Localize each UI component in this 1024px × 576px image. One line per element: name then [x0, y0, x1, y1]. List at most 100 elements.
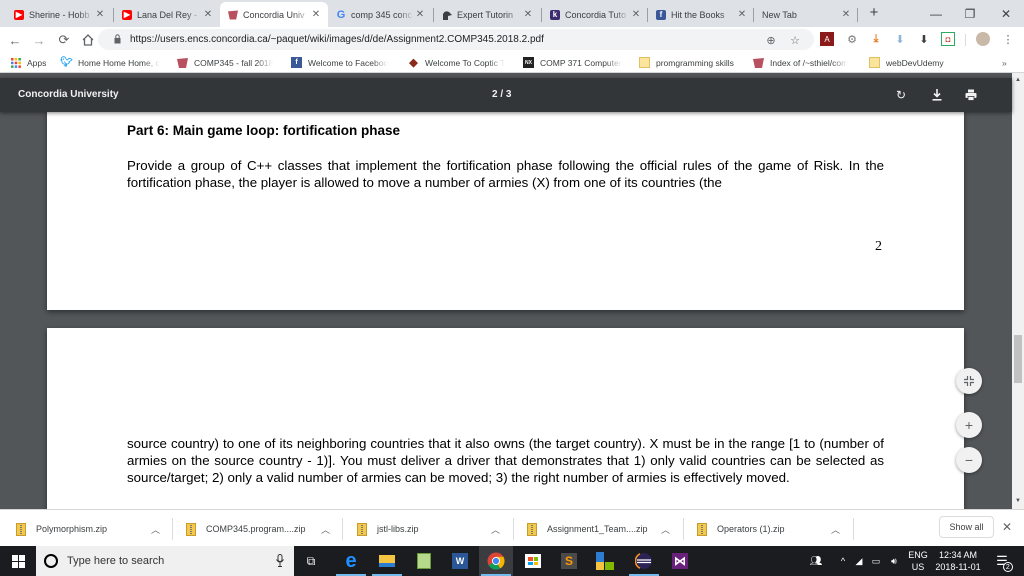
tab-new-tab[interactable]: New Tab ✕ — [754, 2, 858, 27]
download-item[interactable]: Polymorphism.zip — [16, 516, 107, 542]
download-item[interactable]: COMP345.program....zip — [186, 516, 306, 542]
battery-icon[interactable]: ▭ — [868, 546, 884, 576]
menu-icon[interactable]: ⋮ — [1001, 32, 1015, 46]
download-options-caret-icon[interactable]: ︿ — [491, 523, 500, 536]
pdf-viewport[interactable]: Part 6: Main game loop: fortification ph… — [0, 73, 1012, 509]
taskbar-store[interactable] — [516, 546, 550, 576]
rotate-button[interactable]: ↻ — [892, 86, 910, 104]
download-item[interactable]: Assignment1_Team....zip — [527, 516, 648, 542]
new-tab-button[interactable]: + — [866, 4, 882, 21]
download-button[interactable] — [928, 86, 946, 104]
wifi-icon[interactable]: ◢ — [852, 546, 866, 576]
taskbar-sublime[interactable]: S — [552, 546, 586, 576]
taskbar-file-explorer[interactable] — [370, 546, 404, 576]
gear-extension-icon[interactable]: ⚙ — [845, 32, 859, 46]
scrollbar-thumb[interactable] — [1014, 335, 1022, 383]
taskbar-search-box[interactable]: Type here to search — [36, 546, 294, 576]
close-tab-icon[interactable]: ✕ — [630, 9, 642, 20]
action-center-button[interactable]: ☰ 2 — [990, 546, 1014, 576]
zoom-in-button[interactable]: + — [956, 412, 982, 438]
bookmarks-overflow-button[interactable]: » — [1002, 55, 1007, 70]
home-button[interactable] — [79, 31, 97, 49]
page-paragraph: Provide a group of C++ classes that impl… — [127, 158, 884, 190]
download-blue-icon[interactable]: ⬇ — [893, 32, 907, 46]
close-tab-icon[interactable]: ✕ — [202, 9, 214, 20]
clock-time: 12:34 AM — [938, 550, 978, 560]
arrow-right-icon: → — [32, 32, 46, 48]
bookmark-programming-skills[interactable]: promgramming skills — [639, 55, 749, 70]
taskbar-app-blocks[interactable] — [588, 546, 622, 576]
reload-button[interactable]: ⟳ — [55, 31, 73, 49]
bookmark-webdevudemy[interactable]: webDevUdemy — [869, 55, 959, 70]
download-options-caret-icon[interactable]: ︿ — [151, 523, 160, 536]
scroll-down-arrow-icon[interactable]: ▼ — [1014, 498, 1022, 506]
scroll-up-arrow-icon[interactable]: ▲ — [1014, 77, 1022, 85]
download-options-caret-icon[interactable]: ︿ — [831, 523, 840, 536]
section-heading: Part 6: Main game loop: fortification ph… — [127, 123, 401, 138]
close-window-button[interactable]: ✕ — [984, 0, 1024, 27]
back-button[interactable]: ← — [6, 31, 24, 49]
bookmark-comp345[interactable]: COMP345 - fall 2018 — [177, 55, 279, 70]
download-filename: COMP345.program....zip — [206, 524, 306, 534]
acrobat-extension-icon[interactable]: A — [820, 32, 834, 46]
address-bar[interactable]: https://users.encs.concordia.ca/~paquet/… — [98, 29, 814, 50]
taskbar-notepad-plus[interactable] — [407, 546, 441, 576]
close-tab-icon[interactable]: ✕ — [736, 9, 748, 20]
close-tab-icon[interactable]: ✕ — [840, 9, 852, 20]
download-orange-icon[interactable]: ⤓ — [869, 32, 883, 46]
close-tab-icon[interactable]: ✕ — [522, 9, 534, 20]
print-button[interactable] — [962, 86, 980, 104]
bookmark-apps[interactable]: Apps — [10, 55, 46, 70]
extension-box-icon[interactable]: ◘ — [941, 32, 955, 46]
microphone-icon[interactable] — [276, 554, 284, 570]
forward-button[interactable]: → — [30, 31, 48, 49]
taskbar-visual-studio[interactable]: ⋈ — [663, 546, 697, 576]
download-item[interactable]: jstl-libs.zip — [357, 516, 419, 542]
download-shelf: Polymorphism.zip ︿ COMP345.program....zi… — [0, 509, 1024, 546]
volume-icon[interactable]: 🔊︎ — [886, 546, 902, 576]
bookmark-home[interactable]: 🐦︎ Home Home Home, c — [60, 55, 161, 70]
download-item[interactable]: Operators (1).zip — [697, 516, 785, 542]
vertical-scrollbar[interactable]: ▲ ▼ — [1012, 73, 1024, 509]
start-button[interactable] — [0, 546, 36, 576]
tab-hit-the-books[interactable]: f Hit the Books ✕ — [648, 2, 754, 27]
bookmark-facebook[interactable]: f Welcome to Faceboo — [291, 55, 395, 70]
clock[interactable]: 12:34 AM 2018-11-01 — [932, 546, 984, 576]
show-hidden-icons-chevron-icon[interactable]: ^ — [836, 546, 850, 576]
bookmark-coptic[interactable]: ◆ Welcome To Coptic T — [408, 55, 512, 70]
profile-avatar[interactable] — [976, 32, 990, 46]
tab-expert-tutoring[interactable]: Expert Tutorin ✕ — [434, 2, 540, 27]
tab-sherine[interactable]: ▶ Sherine - Hobb ✕ — [6, 2, 112, 27]
task-view-button[interactable]: ⧉ — [294, 546, 328, 576]
taskbar-eclipse[interactable] — [627, 546, 661, 576]
tab-lana-del-rey[interactable]: ▶ Lana Del Rey - ✕ — [114, 2, 220, 27]
region-code: US — [911, 562, 925, 572]
zip-file-icon — [697, 522, 707, 536]
tab-google-search[interactable]: G comp 345 conc ✕ — [328, 2, 432, 27]
taskbar-chrome[interactable] — [479, 546, 513, 576]
close-tab-icon[interactable]: ✕ — [94, 9, 106, 20]
download-dark-icon[interactable]: ⬇ — [917, 32, 931, 46]
apps-grid-icon — [10, 57, 21, 68]
close-tab-icon[interactable]: ✕ — [310, 9, 322, 20]
zip-file-icon — [16, 522, 26, 536]
people-icon[interactable]: 👥︎ — [806, 546, 826, 576]
close-tab-icon[interactable]: ✕ — [414, 9, 426, 20]
fit-to-page-button[interactable] — [956, 368, 982, 394]
taskbar-edge[interactable]: e — [334, 546, 368, 576]
bookmark-index-sthiel[interactable]: Index of /~sthiel/com — [753, 55, 857, 70]
show-all-downloads-button[interactable]: Show all — [939, 516, 994, 538]
taskbar-word[interactable]: W — [443, 546, 477, 576]
bookmark-star-icon[interactable]: ☆ — [788, 33, 802, 47]
zoom-icon[interactable]: ⊕ — [764, 33, 778, 47]
download-options-caret-icon[interactable]: ︿ — [321, 523, 330, 536]
download-options-caret-icon[interactable]: ︿ — [661, 523, 670, 536]
close-download-shelf-button[interactable]: ✕ — [1002, 520, 1012, 534]
tab-concordia-university[interactable]: Concordia Univ ✕ — [220, 2, 328, 27]
tab-title: Concordia Tuto — [565, 9, 627, 20]
bookmark-comp371[interactable]: NX COMP 371 Computer — [523, 55, 627, 70]
zoom-out-button[interactable]: − — [956, 447, 982, 473]
clock-date: 2018-11-01 — [935, 562, 981, 572]
tab-concordia-tutoring[interactable]: k Concordia Tuto ✕ — [542, 2, 648, 27]
language-indicator[interactable]: ENG US — [904, 546, 932, 576]
